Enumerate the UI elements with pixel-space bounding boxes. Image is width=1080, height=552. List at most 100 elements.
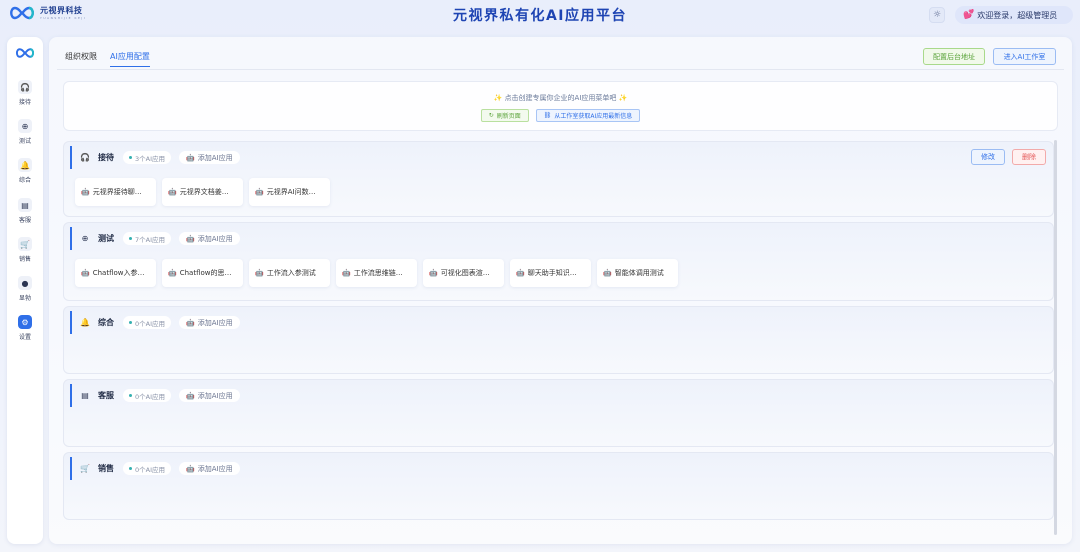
app-name: 可视化图表渲… bbox=[440, 269, 490, 277]
sparkle-icon: ✨ bbox=[493, 94, 503, 102]
globe-icon: ⊕ bbox=[81, 234, 89, 243]
status-dot-icon bbox=[129, 394, 132, 397]
sidebar-item-0[interactable]: 🎧 接待 bbox=[7, 80, 43, 106]
add-app-button[interactable]: 🤖 添加AI应用 bbox=[179, 316, 240, 329]
robot-icon: 🤖 bbox=[255, 269, 264, 277]
status-dot-icon bbox=[129, 156, 132, 159]
add-app-button[interactable]: 🤖 添加AI应用 bbox=[179, 151, 240, 164]
sidebar-item-2[interactable]: 🔔 综合 bbox=[7, 158, 43, 184]
sun-icon: ☼ bbox=[932, 10, 942, 20]
section-title: 销售 bbox=[98, 464, 114, 473]
add-app-button[interactable]: 🤖 添加AI应用 bbox=[179, 389, 240, 402]
user-menu[interactable]: 💕 欢迎登录，超级管理员 bbox=[955, 6, 1073, 24]
app-card[interactable]: 🤖 智能体调用测试 bbox=[597, 259, 678, 287]
sidebar-item-label: 显勃 bbox=[18, 295, 31, 302]
headset-icon: 🎧 bbox=[80, 153, 90, 162]
robot-icon: 🤖 bbox=[186, 153, 195, 162]
add-app-button[interactable]: 🤖 添加AI应用 bbox=[179, 462, 240, 475]
section-header: 🎧 接待 3个AI应用 🤖 添加AI应用 bbox=[70, 146, 1053, 169]
tab-bar: 组织权限 AI应用配置 bbox=[65, 51, 150, 67]
hint-panel: ✨ 点击创建专属你企业的AI应用菜单吧 ✨ ↻ 刷新页面 ⛓ 从工作室获取AI应… bbox=[63, 81, 1058, 131]
app-title: 元视界私有化AI应用平台 bbox=[452, 8, 628, 24]
app-card[interactable]: 🤖 可视化图表渲… bbox=[423, 259, 504, 287]
edit-section-button[interactable]: 修改 bbox=[971, 149, 1005, 165]
app-name: 元视界文档姜… bbox=[179, 188, 229, 196]
sidebar-item-6[interactable]: ⚙ 设置 bbox=[7, 315, 43, 341]
app-name: 工作流思维链… bbox=[353, 269, 403, 277]
app-name: Chatflow的思… bbox=[179, 269, 232, 277]
hint-message: ✨ 点击创建专属你企业的AI应用菜单吧 ✨ bbox=[64, 93, 1057, 103]
delete-section-button[interactable]: 删除 bbox=[1012, 149, 1046, 165]
top-bar: 元视界科技 YUANSHIJIE KEJI 元视界私有化AI应用平台 ☼ 💕 欢… bbox=[0, 0, 1080, 30]
section-header: 🛒 销售 0个AI应用 🤖 添加AI应用 bbox=[70, 457, 1053, 480]
section-header: ▤ 客服 0个AI应用 🤖 添加AI应用 bbox=[70, 384, 1053, 407]
sidebar-item-label: 客服 bbox=[18, 217, 31, 224]
robot-icon: 🤖 bbox=[186, 464, 195, 473]
section-title: 客服 bbox=[98, 391, 114, 400]
config-backend-button[interactable]: 配置后台地址 bbox=[923, 48, 985, 65]
robot-icon: 🤖 bbox=[168, 188, 177, 196]
robot-icon: 🤖 bbox=[603, 269, 612, 277]
app-name: 工作流入参测试 bbox=[266, 269, 316, 277]
app-count-badge: 0个AI应用 bbox=[123, 389, 171, 402]
app-count-badge: 3个AI应用 bbox=[123, 151, 171, 164]
app-count-text: 0个AI应用 bbox=[135, 465, 165, 474]
cart-icon: 🛒 bbox=[18, 237, 32, 251]
sidebar-item-5[interactable]: ● 显勃 bbox=[7, 276, 43, 302]
robot-icon: 🤖 bbox=[342, 269, 351, 277]
robot-icon: 🤖 bbox=[168, 269, 177, 277]
scrollbar[interactable] bbox=[1054, 140, 1057, 535]
bell-icon: 🔔 bbox=[18, 158, 32, 172]
refresh-icon: ↻ bbox=[488, 112, 494, 119]
app-name: Chatflow入参… bbox=[92, 269, 145, 277]
app-card[interactable]: 🤖 工作流入参测试 bbox=[249, 259, 330, 287]
sidebar-item-4[interactable]: 🛒 销售 bbox=[7, 237, 43, 263]
category-section: 🛒 销售 0个AI应用 🤖 添加AI应用 bbox=[63, 452, 1054, 520]
app-card[interactable]: 🤖 聊天助手知识… bbox=[510, 259, 591, 287]
sidebar-item-label: 综合 bbox=[18, 177, 31, 184]
robot-icon: 🤖 bbox=[186, 318, 195, 327]
sidebar-item-1[interactable]: ⊕ 测试 bbox=[7, 119, 43, 145]
sparkle-icon: ✨ bbox=[618, 94, 628, 102]
app-card[interactable]: 🤖 元视界接待聊… bbox=[75, 178, 156, 206]
link-icon: ⛓ bbox=[543, 112, 552, 119]
robot-icon: 🤖 bbox=[186, 391, 195, 400]
robot-icon: 🤖 bbox=[81, 188, 90, 196]
app-card[interactable]: 🤖 元视界文档姜… bbox=[162, 178, 243, 206]
tab-ai-app-config[interactable]: AI应用配置 bbox=[110, 51, 150, 67]
grid-icon: ▤ bbox=[18, 198, 32, 212]
status-dot-icon bbox=[129, 467, 132, 470]
category-section: 🎧 接待 3个AI应用 🤖 添加AI应用 修改 删除 🤖 元视界接待聊… 🤖 元视界文档姜… 🤖 元视界… bbox=[63, 141, 1054, 217]
app-count-text: 0个AI应用 bbox=[135, 319, 165, 328]
app-name: 智能体调用测试 bbox=[614, 269, 664, 277]
refresh-page-button[interactable]: ↻ 刷新页面 bbox=[480, 109, 529, 122]
sidebar-item-3[interactable]: ▤ 客服 bbox=[7, 198, 43, 224]
robot-icon: 🤖 bbox=[516, 269, 525, 277]
app-card[interactable]: 🤖 元视界AI问数… bbox=[249, 178, 330, 206]
enter-studio-button[interactable]: 进入AI工作室 bbox=[993, 48, 1056, 65]
app-name: 聊天助手知识… bbox=[527, 269, 577, 277]
category-section: ⊕ 测试 7个AI应用 🤖 添加AI应用 🤖 Chatflow入参… 🤖 Chatflow的思…… bbox=[63, 222, 1054, 301]
add-app-button[interactable]: 🤖 添加AI应用 bbox=[179, 232, 240, 245]
app-count-badge: 7个AI应用 bbox=[123, 232, 171, 245]
app-list: 🤖 Chatflow入参… 🤖 Chatflow的思… 🤖 工作流入参测试 🤖 工作流思维链…… bbox=[75, 259, 678, 287]
category-section: ▤ 客服 0个AI应用 🤖 添加AI应用 bbox=[63, 379, 1054, 447]
tab-org-permissions[interactable]: 组织权限 bbox=[65, 51, 97, 67]
infinity-logo-icon bbox=[15, 48, 35, 58]
headset-icon: 🎧 bbox=[18, 80, 32, 94]
app-count-badge: 0个AI应用 bbox=[123, 462, 171, 475]
fetch-latest-button[interactable]: ⛓ 从工作室获取AI应用最新信息 bbox=[535, 109, 641, 122]
add-app-label: 添加AI应用 bbox=[197, 391, 233, 400]
category-section: 🔔 综合 0个AI应用 🤖 添加AI应用 bbox=[63, 306, 1054, 374]
gear-icon: ⚙ bbox=[18, 315, 32, 329]
app-name: 元视界接待聊… bbox=[92, 188, 142, 196]
theme-toggle-button[interactable]: ☼ bbox=[929, 7, 945, 23]
sidebar: 🎧 接待 ⊕ 测试 🔔 综合 ▤ 客服 🛒 销售 ● 显勃 ⚙ 设置 bbox=[7, 37, 43, 544]
status-dot-icon bbox=[129, 237, 132, 240]
app-card[interactable]: 🤖 Chatflow入参… bbox=[75, 259, 156, 287]
app-card[interactable]: 🤖 Chatflow的思… bbox=[162, 259, 243, 287]
tab-divider bbox=[57, 69, 1064, 70]
sidebar-item-label: 销售 bbox=[18, 256, 31, 263]
app-card[interactable]: 🤖 工作流思维链… bbox=[336, 259, 417, 287]
robot-icon: 🤖 bbox=[255, 188, 264, 196]
